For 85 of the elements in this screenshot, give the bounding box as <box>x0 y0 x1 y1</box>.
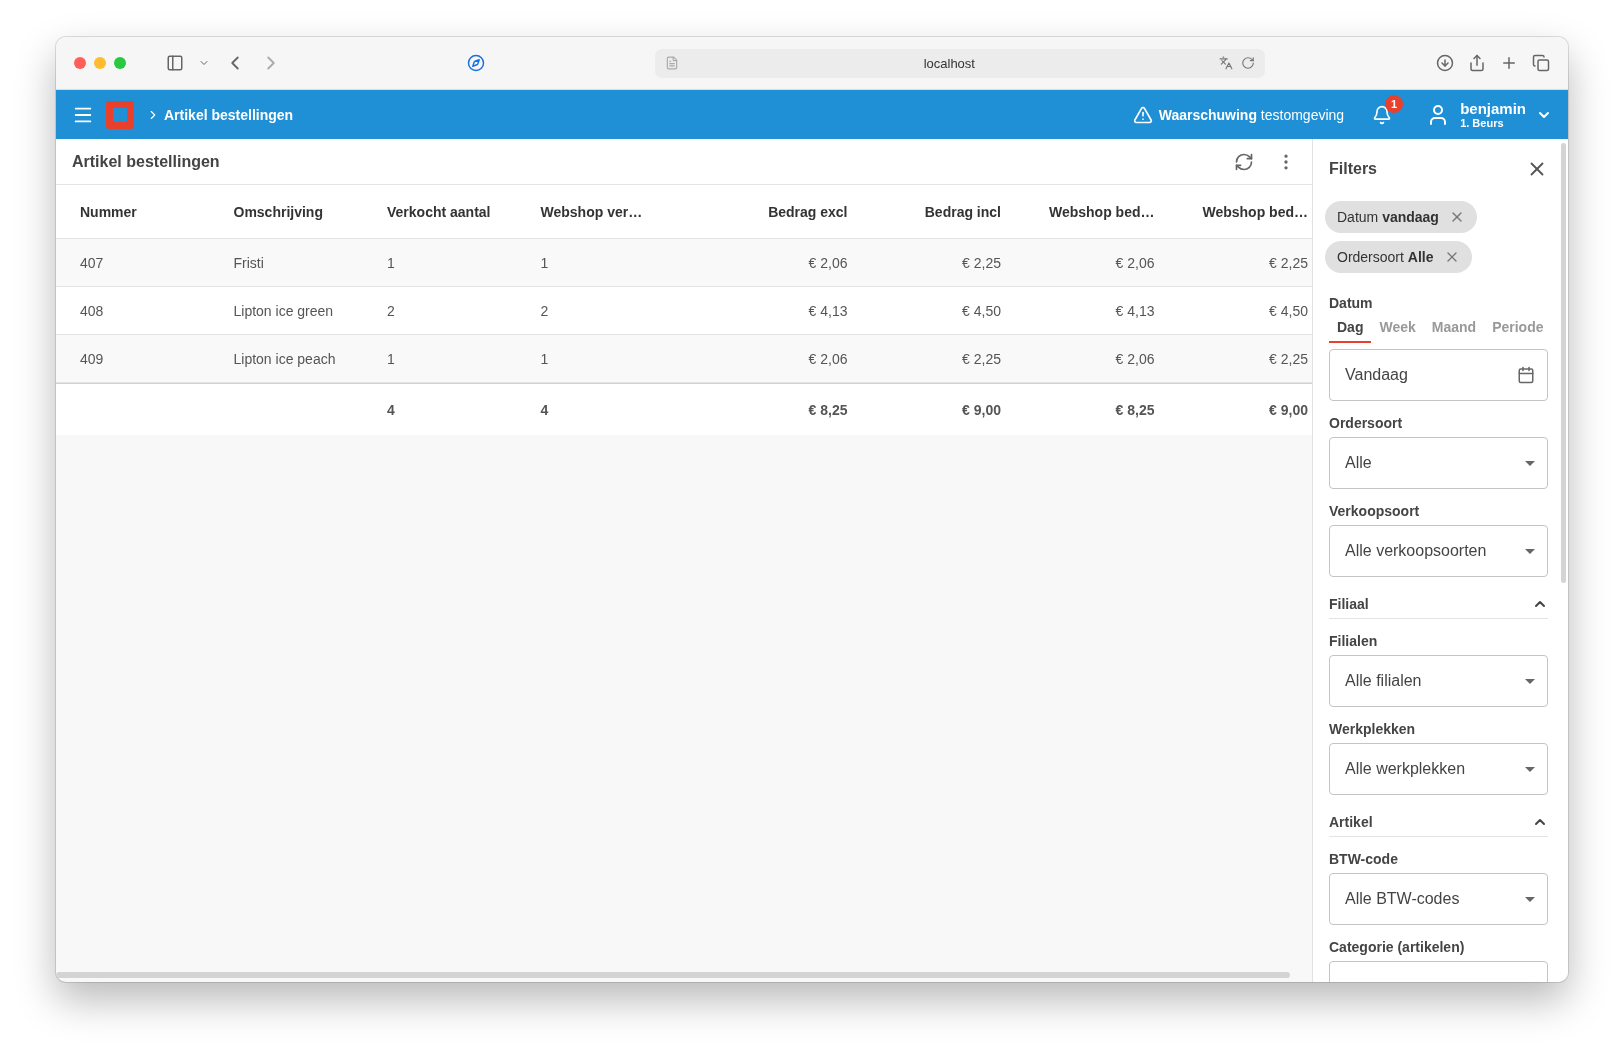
share-icon[interactable] <box>1467 54 1486 72</box>
column-header[interactable]: Verkocht aantal <box>387 203 541 220</box>
date-tab[interactable]: Dag <box>1329 317 1372 343</box>
field-label: Verkoopsoort <box>1329 503 1421 519</box>
table-cell-text: Lipton ice green <box>233 302 335 319</box>
warning-icon <box>1132 104 1153 125</box>
select-field[interactable]: Alle werkplekken <box>1329 743 1548 795</box>
table-cell-text: € 2,25 <box>1268 254 1308 271</box>
tabs-icon[interactable] <box>1531 54 1550 72</box>
table-cell-text: € 4,13 <box>1114 302 1155 319</box>
report-title: Artikel bestellingen <box>72 152 221 171</box>
date-field[interactable]: Vandaag <box>1329 349 1548 401</box>
field-label: BTW-code <box>1329 851 1399 867</box>
table-cell-text: Lipton ice peach <box>233 350 337 367</box>
table-cell-text: Fristi <box>233 254 265 271</box>
select-field[interactable]: Alle verkoopsoorten <box>1329 525 1548 577</box>
section-header[interactable]: Filiaal <box>1329 589 1548 619</box>
column-header[interactable]: Bedrag incl <box>847 203 1001 220</box>
column-header[interactable]: Webshop bed… <box>1154 203 1308 220</box>
calendar-icon <box>1517 366 1535 384</box>
field-label: Filialen <box>1329 633 1379 649</box>
total-cell-text: 4 <box>540 401 550 418</box>
caret-icon <box>1525 460 1535 466</box>
select-field[interactable]: Alle <box>1329 437 1548 489</box>
breadcrumb-link[interactable]: Artikel bestellingen <box>164 106 294 123</box>
table-cell-text: € 4,50 <box>961 302 1001 319</box>
table-cell-text: 407 <box>80 254 105 271</box>
total-cell-text: € 9,00 <box>961 401 1001 418</box>
table-cell-text: 1 <box>387 350 396 367</box>
table-cell-text: € 2,06 <box>1114 350 1155 367</box>
bell-icon[interactable] <box>1372 104 1393 125</box>
column-header[interactable]: Bedrag excl <box>694 203 848 220</box>
section-header[interactable]: Artikel <box>1329 807 1548 837</box>
reload-icon[interactable] <box>1241 56 1256 70</box>
caret-icon <box>1525 766 1535 772</box>
address-bar[interactable]: localhost <box>655 48 1266 78</box>
column-header[interactable]: Omschrijving <box>233 203 387 220</box>
total-cell-text: 4 <box>387 401 396 418</box>
select-field[interactable]: Alle filialen <box>1329 655 1548 707</box>
filter-chip[interactable]: Ordersoort Alle <box>1325 241 1472 273</box>
caret-icon <box>1525 896 1535 902</box>
column-header[interactable]: Webshop bed… <box>1001 203 1155 220</box>
field-label: Werkplekken <box>1329 721 1417 737</box>
field-label: Datum <box>1329 295 1374 311</box>
table-cell-text: 409 <box>80 350 105 367</box>
table-cell-text: € 2,06 <box>807 254 848 271</box>
zoom-light[interactable] <box>114 57 126 69</box>
translate-icon[interactable] <box>1219 56 1234 70</box>
user-menu[interactable]: benjamin 1. Beurs <box>1426 100 1552 129</box>
caret-icon <box>1525 548 1535 554</box>
scrollbar[interactable] <box>56 972 1290 978</box>
page-icon <box>665 56 680 70</box>
caret-icon <box>1525 678 1535 684</box>
table-cell-text: € 4,50 <box>1268 302 1308 319</box>
table-cell-text: € 2,25 <box>961 350 1001 367</box>
total-cell-text: € 9,00 <box>1268 401 1308 418</box>
table-cell-text: 1 <box>540 254 550 271</box>
table-cell-text: € 2,25 <box>1268 350 1308 367</box>
refresh-icon[interactable] <box>1234 151 1254 172</box>
column-header[interactable]: Webshop ver… <box>540 203 694 220</box>
table-cell-text: 408 <box>80 302 105 319</box>
compass-icon[interactable] <box>466 54 485 72</box>
table-cell-text: € 2,25 <box>961 254 1001 271</box>
close-light[interactable] <box>74 57 86 69</box>
total-cell-text: € 8,25 <box>807 401 848 418</box>
table-cell-text: 1 <box>540 350 550 367</box>
select-field[interactable]: Alle BTW-codes <box>1329 873 1548 925</box>
field-label: Categorie (artikelen) <box>1329 939 1466 955</box>
total-cell-text: € 8,25 <box>1114 401 1155 418</box>
column-header[interactable]: Nummer <box>80 203 234 220</box>
table-cell-text: € 4,13 <box>807 302 848 319</box>
filters-title: Filters <box>1329 160 1377 178</box>
notification-badge: 1 <box>1385 94 1404 113</box>
logo-icon <box>106 100 134 129</box>
table-cell-text: 1 <box>387 254 396 271</box>
scrollbar[interactable] <box>1561 143 1566 583</box>
sidebar-icon[interactable] <box>166 54 184 72</box>
table-cell-text: € 2,06 <box>807 350 848 367</box>
table-cell-text: 2 <box>540 302 550 319</box>
download-icon[interactable] <box>1435 54 1454 72</box>
field-label: Ordersoort <box>1329 415 1404 431</box>
filter-chip[interactable]: Datum vandaag <box>1325 201 1477 233</box>
warning-text: Waarschuwing testomgeving <box>1158 106 1345 123</box>
table-cell-text: 2 <box>387 302 396 319</box>
table-cell-text: € 2,06 <box>1114 254 1155 271</box>
